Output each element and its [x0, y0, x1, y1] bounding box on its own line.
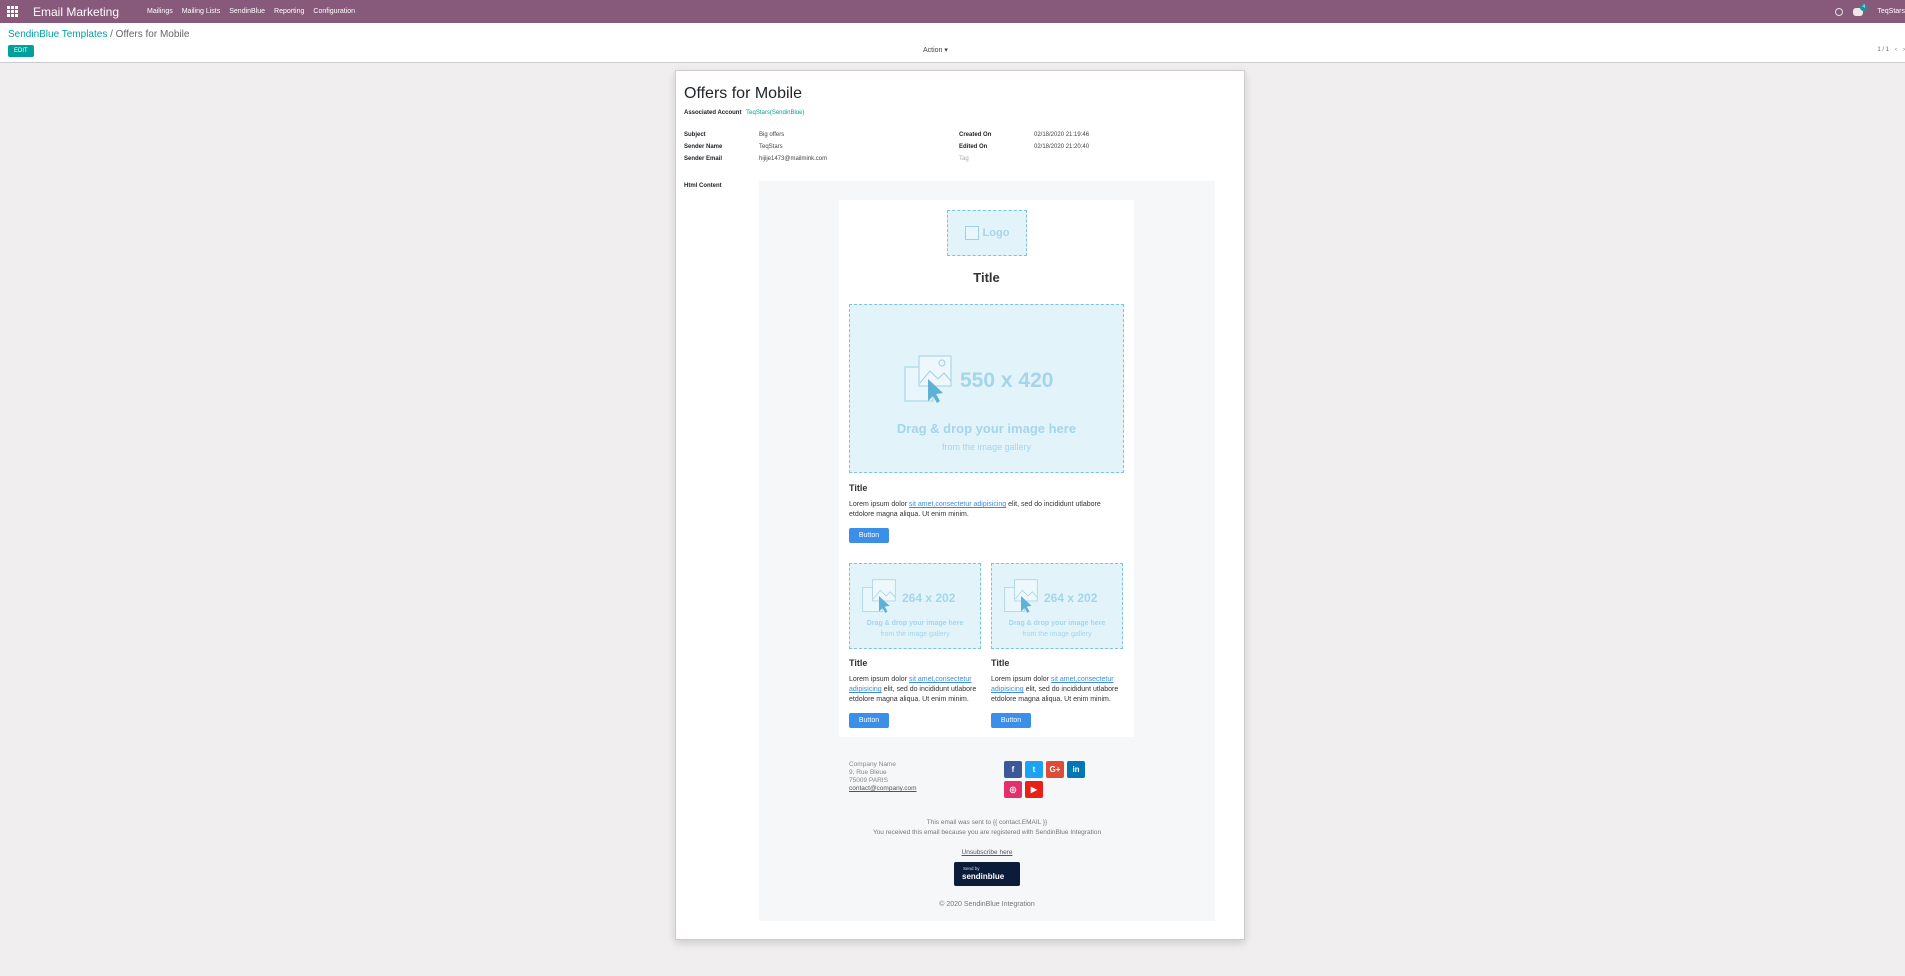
- action-label: Action: [923, 47, 943, 54]
- section-title: Title: [849, 483, 868, 493]
- small-image-drag-text: Drag & drop your image here: [1008, 620, 1106, 627]
- instagram-icon[interactable]: ◎: [1004, 781, 1022, 798]
- menu-mailings[interactable]: Mailings: [147, 8, 173, 15]
- column-text-left: Lorem ipsum dolor sit amet,consectetur a…: [849, 675, 981, 705]
- copyright-text: © 2020 SendinBlue Integration: [939, 901, 1035, 908]
- facebook-icon[interactable]: f: [1004, 761, 1022, 778]
- lorem-text: Lorem ipsum dolor: [849, 676, 909, 683]
- unsubscribe-link[interactable]: Unsubscribe here: [759, 849, 1215, 856]
- pager-previous-icon[interactable]: ‹: [1895, 47, 1897, 53]
- badge-small-text: Send by: [963, 866, 980, 871]
- lorem-text: Lorem ipsum dolor: [849, 501, 909, 508]
- logo-placeholder: Logo: [947, 210, 1027, 256]
- youtube-icon[interactable]: ▶: [1025, 781, 1043, 798]
- navbar-systray: 4 TeqStars: [1835, 0, 1905, 23]
- column-button-left[interactable]: Button: [849, 713, 889, 728]
- small-image-dimensions: 264 x 202: [1044, 591, 1098, 605]
- created-on-label: Created On: [959, 132, 992, 138]
- top-navbar: Email Marketing Mailings Mailing Lists S…: [0, 0, 1905, 23]
- google-plus-icon[interactable]: G+: [1046, 761, 1064, 778]
- created-on-value: 02/18/2020 21:19:46: [1034, 132, 1090, 138]
- sender-email-label: Sender Email: [684, 156, 723, 162]
- chat-count-badge: 4: [1860, 3, 1868, 11]
- action-dropdown[interactable]: Action ▾: [923, 46, 948, 54]
- associated-account-label: Associated Account: [684, 110, 742, 116]
- menu-mailing-lists[interactable]: Mailing Lists: [182, 8, 221, 15]
- subject-label: Subject: [684, 132, 706, 138]
- address-line-2: 75009 PARIS: [849, 777, 888, 784]
- twitter-icon[interactable]: t: [1025, 761, 1043, 778]
- breadcrumb-separator: /: [110, 29, 113, 40]
- breadcrumb: SendinBlue Templates / Offers for Mobile: [8, 29, 189, 40]
- sendinblue-badge[interactable]: Send by sendinblue: [954, 862, 1020, 886]
- image-drop-icon: [862, 579, 896, 613]
- column-text-right: Lorem ipsum dolor sit amet,consectetur a…: [991, 675, 1123, 705]
- user-menu[interactable]: TeqStars: [1877, 8, 1905, 15]
- column-title-right: Title: [991, 658, 1010, 668]
- big-image-dimensions: 550 x 420: [960, 369, 1054, 392]
- badge-brand-text: sendinblue: [962, 872, 1005, 881]
- caret-down-icon: ▾: [944, 47, 948, 54]
- company-name: Company Name: [849, 761, 896, 768]
- edit-button[interactable]: EDIT: [8, 45, 34, 57]
- registered-text: You received this email because you are …: [872, 829, 1102, 836]
- image-icon: [964, 226, 979, 240]
- section-button[interactable]: Button: [849, 528, 889, 543]
- lorem-text: Lorem ipsum dolor: [991, 676, 1051, 683]
- column-title-left: Title: [849, 658, 868, 668]
- associated-account-row: Associated Account TeqStars(SendinBlue): [684, 110, 805, 116]
- sender-name-label: Sender Name: [684, 144, 723, 150]
- small-image-placeholder-right: 264 x 202 Drag & drop your image here fr…: [991, 563, 1123, 649]
- app-title: Email Marketing: [33, 4, 120, 19]
- big-image-drag-text: Drag & drop your image here: [896, 421, 1077, 436]
- small-image-placeholder-left: 264 x 202 Drag & drop your image here fr…: [849, 563, 981, 649]
- address-line-1: 9, Rue Bleue: [849, 769, 887, 776]
- edited-on-value: 02/18/2020 21:20:40: [1034, 144, 1090, 150]
- activity-clock-icon[interactable]: [1835, 7, 1844, 16]
- small-image-dimensions: 264 x 202: [902, 591, 956, 605]
- menu-configuration[interactable]: Configuration: [313, 8, 355, 15]
- pager-value[interactable]: 1 / 1: [1877, 47, 1889, 53]
- breadcrumb-parent-link[interactable]: SendinBlue Templates: [8, 29, 107, 40]
- menu-sendinblue[interactable]: SendinBlue: [229, 8, 265, 15]
- html-content-preview: Logo Title 550 x 420 Drag & drop your im…: [759, 181, 1215, 921]
- breadcrumb-current: Offers for Mobile: [115, 29, 190, 40]
- html-content-label: Html Content: [684, 183, 722, 189]
- logo-text: Logo: [982, 227, 1010, 239]
- subject-value: Big offers: [759, 132, 785, 138]
- pager: 1 / 1 ‹ ›: [1877, 47, 1905, 53]
- big-image-from-text: from the image gallery: [941, 442, 1032, 452]
- edited-on-label: Edited On: [959, 144, 988, 150]
- image-drop-icon: [1004, 579, 1038, 613]
- lorem-link[interactable]: sit amet,consectetur adipisicing: [909, 501, 1006, 508]
- apps-menu-icon[interactable]: [7, 5, 19, 18]
- form-sheet: Offers for Mobile Associated Account Teq…: [675, 70, 1245, 940]
- email-body: Logo Title 550 x 420 Drag & drop your im…: [839, 200, 1134, 737]
- big-image-placeholder: 550 x 420 Drag & drop your image here fr…: [849, 304, 1124, 473]
- section-text: Lorem ipsum dolor sit amet,consectetur a…: [849, 500, 1124, 520]
- chat-icon[interactable]: 4: [1853, 3, 1868, 16]
- control-panel: SendinBlue Templates / Offers for Mobile…: [0, 23, 1905, 63]
- image-drop-icon: [904, 355, 952, 403]
- small-image-drag-text: Drag & drop your image here: [866, 620, 964, 627]
- column-button-right[interactable]: Button: [991, 713, 1031, 728]
- company-address: Company Name 9, Rue Bleue 75009 PARIS co…: [849, 761, 917, 793]
- sender-name-value: TeqStars: [759, 144, 783, 150]
- sender-email-value: hijije1473@mailmink.com: [759, 156, 828, 162]
- tag-field[interactable]: Tag: [959, 156, 969, 162]
- small-image-from-text: from the image gallery: [880, 631, 950, 638]
- contact-email-link[interactable]: contact@company.com: [849, 785, 917, 793]
- sent-to-text: This email was sent to {{ contact.EMAIL …: [926, 819, 1048, 826]
- record-title: Offers for Mobile: [684, 85, 802, 102]
- social-links: f t G+ in ◎ ▶: [1004, 761, 1104, 798]
- menu-reporting[interactable]: Reporting: [274, 8, 304, 15]
- small-image-from-text: from the image gallery: [1022, 631, 1092, 638]
- email-main-title: Title: [973, 270, 1000, 285]
- associated-account-link[interactable]: TeqStars(SendinBlue): [746, 110, 804, 116]
- linkedin-icon[interactable]: in: [1067, 761, 1085, 778]
